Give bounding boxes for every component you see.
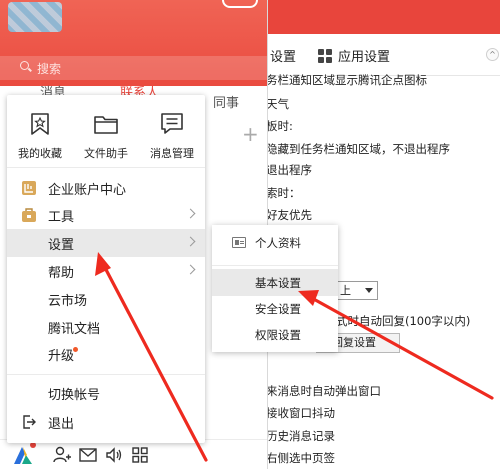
caret-down-icon	[365, 288, 373, 293]
menu-item-tencent-docs[interactable]: 腾讯文档	[7, 313, 205, 341]
menu-label-enterprise-account: 企业账户中心	[48, 183, 127, 198]
upgrade-badge-dot	[73, 347, 78, 352]
search-icon	[20, 61, 29, 70]
toolbox-icon	[22, 208, 36, 222]
submenu-label-profile: 个人资料	[255, 236, 301, 250]
my-favorites-button[interactable]: 我的收藏	[7, 111, 73, 161]
menu-label-upgrade: 升级	[48, 349, 75, 364]
speaker-icon[interactable]	[104, 445, 124, 465]
setting-tray-icon[interactable]: 务栏通知区域显示腾讯企点图标	[266, 72, 427, 88]
setting-auto-reply[interactable]: 式时自动回复(100字以内)	[336, 313, 470, 329]
chevron-right-icon	[185, 208, 196, 219]
menu-item-help[interactable]: 帮助	[7, 257, 205, 285]
menu-label-tools: 工具	[48, 210, 75, 225]
message-manage-icon	[161, 113, 183, 134]
submenu-item-profile[interactable]: 个人资料	[212, 229, 338, 256]
my-favorites-label: 我的收藏	[18, 147, 62, 160]
file-assistant-button[interactable]: 文件助手	[73, 111, 139, 161]
setting-weather[interactable]: 天气	[266, 96, 289, 112]
search-placeholder: 搜索	[37, 62, 62, 76]
menu-label-help: 帮助	[48, 266, 75, 281]
main-menu: 我的收藏 文件助手 消息管理 企业账户中心 工具 设置 帮助 云市场 腾讯文档 …	[7, 95, 205, 443]
app-grid-icon	[318, 48, 332, 63]
menu-item-cloud-market[interactable]: 云市场	[7, 285, 205, 313]
menu-label-switch-account: 切换帐号	[48, 388, 101, 403]
setting-window-shake[interactable]: 接收窗口抖动	[266, 405, 335, 421]
tab-system-settings[interactable]: 设置	[270, 46, 296, 65]
menu-label-cloud-market: 云市场	[48, 294, 88, 309]
plus-icon[interactable]: +	[242, 122, 259, 146]
mail-icon[interactable]	[78, 445, 98, 465]
chevron-right-icon	[185, 264, 196, 275]
tab-colleagues[interactable]: 同事	[213, 92, 239, 111]
submenu-item-security-settings[interactable]: 安全设置	[212, 295, 338, 322]
folder-icon	[94, 116, 118, 134]
file-assistant-label: 文件助手	[84, 147, 128, 160]
message-manager-button[interactable]: 消息管理	[139, 111, 205, 161]
submenu-label-security-settings: 安全设置	[255, 302, 301, 316]
setting-auto-popup[interactable]: 来消息时自动弹出窗口	[266, 383, 381, 399]
menu-label-exit: 退出	[48, 417, 75, 432]
position-select[interactable]: 上	[336, 281, 378, 300]
setting-search-heading: 索时：	[266, 186, 301, 200]
submenu-label-permission-settings: 权限设置	[255, 328, 301, 342]
chevron-right-icon	[185, 236, 196, 247]
menu-divider	[7, 374, 205, 375]
logout-icon	[23, 415, 36, 429]
menu-item-upgrade[interactable]: 升级	[7, 340, 205, 368]
submenu-divider	[212, 265, 338, 266]
menu-item-tools[interactable]: 工具	[7, 201, 205, 229]
search-input[interactable]: 搜索	[0, 56, 267, 80]
setting-close-panel-heading: 板时:	[266, 119, 293, 133]
menu-item-exit[interactable]: 退出	[7, 408, 205, 436]
submenu-item-basic-settings[interactable]: 基本设置	[212, 269, 338, 296]
menu-item-switch-account[interactable]: 切换帐号	[7, 379, 205, 407]
submenu-label-basic-settings: 基本设置	[255, 276, 301, 290]
setting-right-tab[interactable]: 右侧选中页签	[266, 450, 335, 466]
apps-grid-icon[interactable]	[130, 445, 150, 465]
setting-exit-program[interactable]: 退出程序	[266, 162, 312, 178]
menu-item-enterprise-account[interactable]: 企业账户中心	[7, 174, 205, 202]
menu-divider	[7, 167, 205, 168]
blurred-user-info	[8, 2, 62, 32]
scroll-up-button[interactable]: ^	[486, 48, 499, 61]
profile-card-icon	[232, 237, 246, 248]
add-contact-icon[interactable]	[52, 445, 72, 465]
panel-bottom-bar	[0, 439, 267, 469]
setting-friends-first[interactable]: 好友优先	[266, 207, 312, 223]
position-select-value: 上	[340, 284, 351, 297]
menu-item-settings[interactable]: 设置	[7, 229, 205, 257]
header-button[interactable]	[222, 0, 258, 8]
panel-header: 搜索	[0, 0, 267, 86]
setting-hide-to-tray[interactable]: 隐藏到任务栏通知区域，不退出程序	[266, 141, 450, 157]
tab-app-settings-label: 应用设置	[338, 50, 391, 65]
message-manager-label: 消息管理	[150, 147, 194, 160]
submenu-item-permission-settings[interactable]: 权限设置	[212, 321, 338, 348]
setting-history[interactable]: 历史消息记录	[266, 428, 335, 444]
settings-submenu: 个人资料 基本设置 安全设置 权限设置	[212, 225, 338, 352]
enterprise-account-icon	[22, 181, 36, 195]
menu-label-tencent-docs: 腾讯文档	[48, 322, 101, 337]
menu-label-settings: 设置	[48, 238, 75, 253]
tab-app-settings[interactable]: 应用设置	[318, 46, 390, 65]
bookmark-icon	[31, 113, 49, 135]
